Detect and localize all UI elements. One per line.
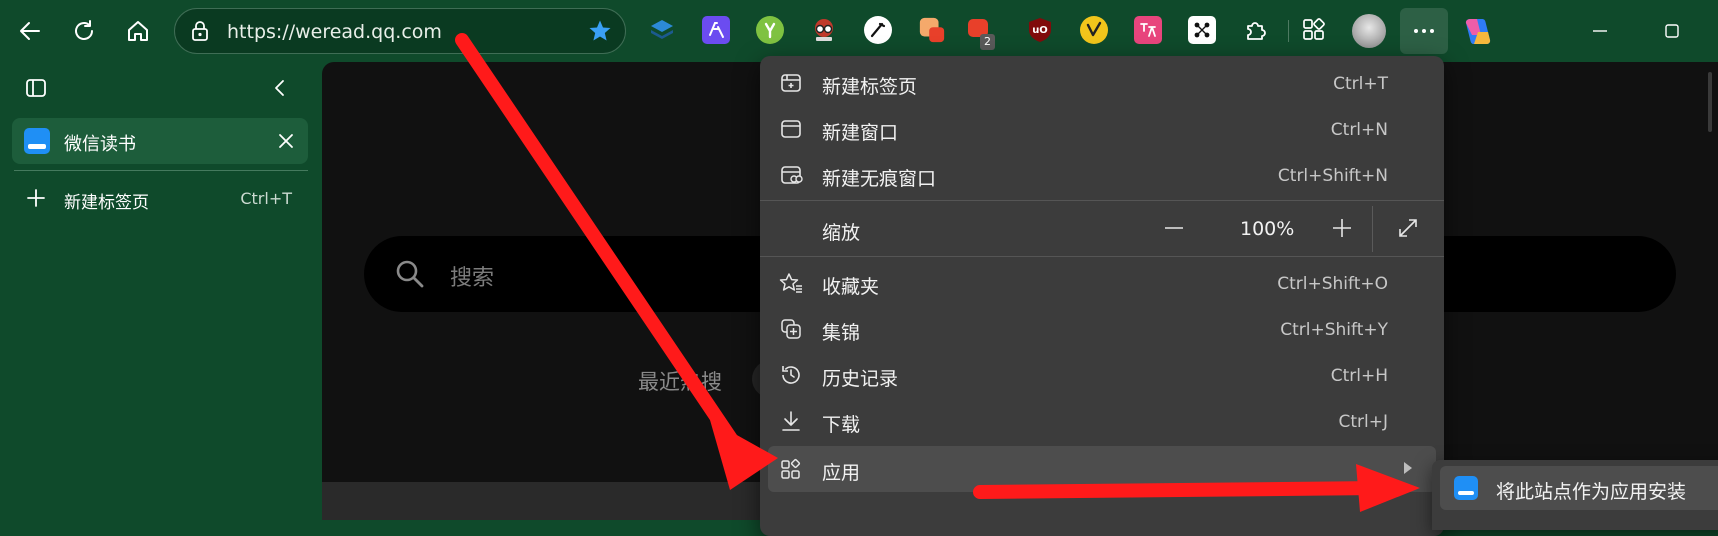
zoom-out-button[interactable] (1158, 212, 1190, 244)
tab-weread[interactable]: 微信读书 (12, 118, 308, 164)
url-text: https://weread.qq.com (227, 21, 442, 43)
back-button[interactable] (8, 9, 52, 53)
plus-icon (22, 184, 50, 212)
vertical-tabs-sidebar: 微信读书 新建标签页 Ctrl+T (0, 62, 322, 520)
menu-item-zoom: 缩放 100% (760, 204, 1444, 254)
menu-item-label: 历史记录 (822, 368, 899, 390)
refresh-icon (75, 20, 93, 40)
settings-menu: 新建标签页 Ctrl+T 新建窗口 Ctrl+N 新建无痕窗口 Ctrl+Shi… (760, 56, 1444, 536)
zoom-label: 缩放 (822, 222, 861, 244)
menu-item-label: 应用 (822, 462, 861, 484)
menu-item-shortcut: Ctrl+J (1338, 412, 1388, 432)
menu-item-label: 新建无痕窗口 (822, 168, 937, 190)
green-extension-icon[interactable] (756, 16, 784, 44)
menu-separator (760, 256, 1444, 257)
zoom-divider (1372, 206, 1373, 252)
recent-searches-label: 最近热搜 (638, 370, 722, 394)
minimize-button[interactable] (1580, 14, 1620, 48)
menu-item-label: 收藏夹 (822, 276, 880, 298)
menu-item-label: 下载 (822, 414, 861, 436)
menu-item-shortcut: Ctrl+Shift+O (1277, 274, 1388, 294)
close-tab-icon[interactable] (272, 127, 300, 155)
collapse-sidebar-icon[interactable] (266, 74, 294, 102)
menu-item-label: 集锦 (822, 322, 861, 344)
extensions-puzzle-icon[interactable] (1242, 16, 1270, 44)
reader-extension-icon[interactable] (810, 16, 838, 44)
menu-item-shortcut: Ctrl+Shift+N (1277, 166, 1388, 186)
profile-avatar[interactable] (1352, 14, 1386, 48)
sidebar-divider (14, 170, 308, 171)
history-icon (778, 362, 804, 388)
weread-favicon (1454, 476, 1478, 500)
lock-icon[interactable] (189, 20, 211, 46)
submenu-arrow-icon (1404, 462, 1412, 474)
new-tab-label: 新建标签页 (64, 193, 149, 213)
toolbar-divider (1288, 20, 1289, 42)
network-extension-icon[interactable] (1188, 16, 1216, 44)
layers-extension-icon[interactable] (648, 16, 676, 44)
apps-icon (778, 456, 804, 482)
search-placeholder: 搜索 (450, 266, 495, 291)
menu-item-history[interactable]: 历史记录 Ctrl+H (760, 352, 1444, 398)
menu-item-label: 新建标签页 (822, 76, 918, 98)
search-icon (394, 258, 426, 294)
copilot-icon[interactable] (1460, 13, 1496, 49)
menu-item-downloads[interactable]: 下载 Ctrl+J (760, 398, 1444, 444)
inprivate-icon (778, 162, 804, 188)
apps-grid-icon[interactable] (1300, 16, 1328, 44)
download-icon (778, 408, 804, 434)
menu-item-shortcut: Ctrl+T (1333, 74, 1388, 94)
tab-title: 微信读书 (64, 134, 136, 155)
tab-actions-icon[interactable] (22, 74, 50, 102)
menu-item-shortcut: Ctrl+N (1330, 120, 1388, 140)
menu-item-inprivate-window[interactable]: 新建无痕窗口 Ctrl+Shift+N (760, 152, 1444, 198)
dictionary-extension-icon[interactable] (1134, 16, 1162, 44)
refresh-button[interactable] (62, 9, 106, 53)
menu-item-label: 新建窗口 (822, 122, 899, 144)
zoom-value: 100% (1240, 218, 1295, 240)
yellow-extension-icon[interactable] (1080, 16, 1108, 44)
minimize-icon (1593, 30, 1607, 32)
browser-toolbar: https://weread.qq.com 2 uO (0, 0, 1718, 62)
menu-separator (760, 200, 1444, 201)
menu-item-shortcut: Ctrl+Shift+Y (1280, 320, 1388, 340)
new-tab-shortcut: Ctrl+T (240, 189, 292, 208)
address-bar[interactable]: https://weread.qq.com (174, 8, 626, 54)
ellipsis-icon (1414, 29, 1434, 33)
more-options-button[interactable] (1400, 8, 1448, 54)
home-button[interactable] (116, 9, 160, 53)
zoom-in-button[interactable] (1326, 212, 1358, 244)
translate-extension-icon[interactable] (702, 16, 730, 44)
svg-text:uO: uO (1032, 25, 1048, 36)
ublock-extension-icon[interactable]: uO (1026, 16, 1054, 44)
back-arrow-icon (20, 22, 40, 40)
favorite-star-icon[interactable] (587, 18, 613, 48)
collections-icon (778, 316, 804, 342)
orange-extension-icon[interactable] (918, 16, 946, 44)
new-tab-button[interactable]: 新建标签页 Ctrl+T (14, 178, 310, 218)
menu-item-new-window[interactable]: 新建窗口 Ctrl+N (760, 106, 1444, 152)
favorites-icon (778, 270, 804, 296)
menu-item-new-tab[interactable]: 新建标签页 Ctrl+T (760, 60, 1444, 106)
menu-item-favorites[interactable]: 收藏夹 Ctrl+Shift+O (760, 260, 1444, 306)
new-window-icon (778, 116, 804, 142)
menu-item-shortcut: Ctrl+H (1330, 366, 1388, 386)
new-tab-icon (778, 70, 804, 96)
extension-count-badge: 2 (980, 34, 995, 50)
menu-item-collections[interactable]: 集锦 Ctrl+Shift+Y (760, 306, 1444, 352)
maximize-button[interactable] (1652, 14, 1692, 48)
maximize-icon (1665, 24, 1679, 38)
menu-item-apps[interactable]: 应用 (768, 446, 1436, 492)
home-icon (128, 21, 148, 41)
install-site-as-app-button[interactable]: 将此站点作为应用安装 (1440, 466, 1718, 510)
weread-favicon (24, 128, 50, 154)
fullscreen-icon[interactable] (1392, 212, 1424, 244)
scrollbar[interactable] (1708, 72, 1712, 132)
pen-extension-icon[interactable] (864, 16, 892, 44)
install-site-label: 将此站点作为应用安装 (1496, 481, 1687, 503)
